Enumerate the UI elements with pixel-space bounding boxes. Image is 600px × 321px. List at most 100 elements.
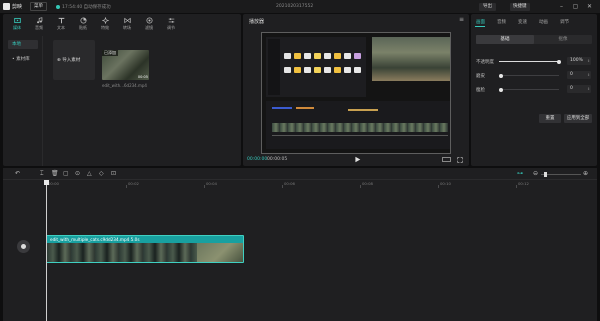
autosave-status-icon <box>56 5 60 9</box>
media-panel: 媒体 音频 文本 贴纸 特效 转场 滤镜 调节 本地 • 素材库 ⊕ 导入素材 … <box>3 14 241 166</box>
tab-label: 音频 <box>35 25 43 30</box>
clip-label: edit_with_multiple_cats.c9dd234.mp4 5.0s <box>50 237 140 242</box>
audio-icon <box>36 17 42 24</box>
prop-tab-speed[interactable]: 变速 <box>518 19 527 25</box>
menu-button[interactable]: 菜单 <box>30 2 47 11</box>
zoom-slider[interactable] <box>541 174 581 175</box>
opacity-label: 不透明度 <box>476 60 494 65</box>
tick-mark <box>282 185 283 188</box>
denoise-label: 磨皮 <box>476 74 485 79</box>
tick-label: 00:04 <box>206 181 217 186</box>
reset-button[interactable]: 重置 <box>539 114 561 123</box>
tick-label: 00:12 <box>518 181 529 186</box>
tab-audio[interactable]: 音频 <box>29 16 49 34</box>
tick-mark <box>126 185 127 188</box>
denoise-slider[interactable] <box>499 73 559 78</box>
fullscreen-icon[interactable] <box>457 157 463 163</box>
timeline-panel: ↶ ⌶ 🗑 ▢ ⊙ △ ◇ ⊡ ⊶ ⊖ ⊕ 00:00 00:02 00:04 … <box>3 168 597 321</box>
tab-text[interactable]: 文本 <box>51 16 71 34</box>
sidebar-item-local[interactable]: 本地 <box>8 40 38 49</box>
sticker-icon <box>79 17 87 24</box>
zoom-out-icon[interactable]: ⊖ <box>533 170 538 177</box>
prop-tab-audio[interactable]: 音频 <box>497 19 506 25</box>
minimize-icon[interactable]: – <box>558 3 565 10</box>
play-icon[interactable] <box>354 156 361 163</box>
shortcut-button[interactable]: 快捷键 <box>510 3 530 11</box>
app-window: 剪映 菜单 17:54:40 自动保存成功 2021020317552 导出 快… <box>0 0 600 321</box>
tab-transition[interactable]: 转场 <box>117 16 137 34</box>
tick-label: 00:02 <box>128 181 139 186</box>
crop-icon[interactable]: ⊡ <box>111 170 116 177</box>
track-cover-button[interactable] <box>17 240 30 253</box>
project-title: 2021020317552 <box>276 4 314 9</box>
aspect-ratio-button[interactable] <box>442 157 451 162</box>
effects-icon <box>101 17 109 24</box>
tick-mark <box>360 185 361 188</box>
stepper-icon[interactable]: ⇕ <box>587 71 590 79</box>
preview-media-grid <box>266 37 366 97</box>
tab-label: 媒体 <box>13 25 21 30</box>
delete-icon[interactable]: 🗑 <box>51 170 59 177</box>
tab-filter[interactable]: 滤镜 <box>139 16 159 34</box>
clip-duration: 00:05 <box>137 75 148 79</box>
text-icon <box>58 17 64 24</box>
tab-media[interactable]: 媒体 <box>7 16 27 34</box>
clip-header: edit_with_multiple_cats.c9dd234.mp4 5.0s <box>47 236 243 243</box>
stepper-icon[interactable]: ⇕ <box>587 85 590 93</box>
undo-icon[interactable]: ↶ <box>15 170 20 177</box>
media-clip-thumbnail[interactable]: 已添加 00:05 <box>102 50 149 80</box>
active-tab-indicator <box>475 26 485 27</box>
tab-sticker[interactable]: 贴纸 <box>73 16 93 34</box>
tab-effects[interactable]: 特效 <box>95 16 115 34</box>
zoom-slider-thumb[interactable] <box>544 172 547 177</box>
opacity-slider[interactable] <box>499 59 561 64</box>
tab-adjust[interactable]: 调节 <box>161 16 181 34</box>
more-icon[interactable]: ≡ <box>459 16 464 23</box>
denoise-field[interactable]: 0 ⇕ <box>567 71 591 79</box>
playhead-handle[interactable] <box>44 180 49 185</box>
video-preview[interactable] <box>261 32 451 154</box>
mirror-icon[interactable]: △ <box>87 170 92 177</box>
prop-tab-adjust[interactable]: 调节 <box>560 19 569 25</box>
sub-tab-basic[interactable]: 基础 <box>476 35 534 44</box>
apply-all-button[interactable]: 应用到全部 <box>564 114 592 123</box>
tick-label: 00:06 <box>284 181 295 186</box>
sub-tab-cutout[interactable]: 抠像 <box>534 35 592 44</box>
opacity-slider-thumb[interactable] <box>557 59 561 64</box>
adjust-icon <box>168 18 174 23</box>
split-icon[interactable]: ⌶ <box>40 170 44 177</box>
preview-timeline <box>266 101 450 149</box>
timeline-video-clip[interactable]: edit_with_multiple_cats.c9dd234.mp4 5.0s <box>46 235 244 263</box>
link-icon[interactable]: ⊶ <box>517 170 523 177</box>
rotate-icon[interactable]: ◇ <box>99 170 104 177</box>
opacity-slider-fill <box>499 61 559 62</box>
prop-tab-animation[interactable]: 动画 <box>539 19 548 25</box>
import-media-button[interactable]: ⊕ 导入素材 <box>53 40 95 80</box>
zoom-in-icon[interactable]: ⊕ <box>583 170 588 177</box>
export-button[interactable]: 导出 <box>479 3 496 11</box>
player-title: 播放器 <box>249 19 265 25</box>
close-icon[interactable]: ✕ <box>586 3 593 10</box>
tab-label: 转场 <box>123 25 131 30</box>
properties-panel: 画面 音频 变速 动画 调节 基础 抠像 不透明度 100% ⇕ 磨皮 0 ⇕ 瘦脸… <box>471 14 597 166</box>
slim-field[interactable]: 0 ⇕ <box>567 85 591 93</box>
denoise-slider-thumb[interactable] <box>499 73 503 78</box>
slim-slider-thumb[interactable] <box>499 87 503 92</box>
slim-label: 瘦脸 <box>476 88 485 93</box>
time-ruler[interactable]: 00:00 00:02 00:04 00:06 00:08 00:10 00:1… <box>3 180 597 188</box>
player-controls: 00:00:00 00:00:05 <box>243 154 469 166</box>
slim-slider[interactable] <box>499 87 559 92</box>
prop-tab-picture[interactable]: 画面 <box>476 19 485 25</box>
playhead-line[interactable] <box>46 180 47 321</box>
tab-label: 调节 <box>167 25 175 30</box>
stepper-icon[interactable]: ⇕ <box>587 57 590 65</box>
tab-label: 特效 <box>101 25 109 30</box>
title-bar: 剪映 菜单 17:54:40 自动保存成功 2021020317552 导出 快… <box>0 0 600 13</box>
sidebar-item-library[interactable]: • 素材库 <box>8 55 38 64</box>
opacity-field[interactable]: 100% ⇕ <box>567 57 591 65</box>
clip-frames-end <box>197 243 243 262</box>
freeze-icon[interactable]: ▢ <box>63 170 69 177</box>
filter-icon <box>145 17 153 24</box>
maximize-icon[interactable]: ▢ <box>572 3 579 10</box>
reverse-icon[interactable]: ⊙ <box>75 170 80 177</box>
